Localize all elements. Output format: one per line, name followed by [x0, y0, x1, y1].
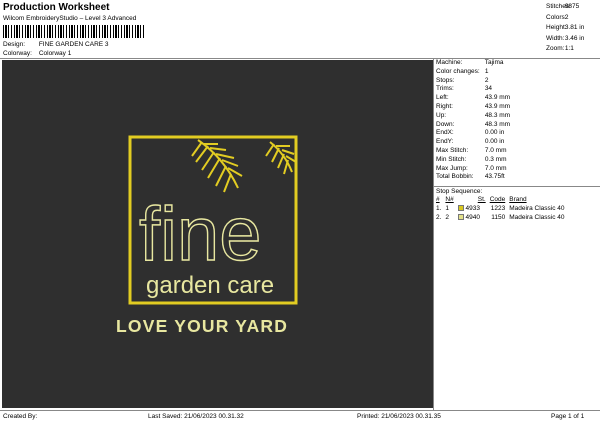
colorway-name: Colorway 1 [38, 50, 72, 57]
spec-row: EndX: 0.00 in [436, 129, 505, 137]
col-header-code: Code [489, 196, 506, 203]
page-number: Page 1 of 1 [551, 413, 585, 420]
spec-row: Left: 43.9 mm [436, 94, 511, 102]
spec-row: Up: 48.3 mm [436, 111, 511, 119]
machine-spec-list: Machine: Tajima Color changes: 1 Stops: … [436, 59, 510, 182]
spec-row: Max Jump: 7.0 mm [436, 164, 507, 172]
col-header-stitches: St. [477, 196, 486, 203]
spec-row: Stops: 2 [436, 76, 489, 84]
stat-zoom: Zoom: 1:1 [546, 45, 574, 52]
spec-row: Total Bobbin: 43.75ft [436, 173, 505, 181]
spec-row: Machine: Tajima [436, 59, 504, 66]
col-header-brand: Brand [509, 196, 527, 203]
thread-color-swatch [457, 214, 464, 221]
thread-color-swatch [457, 205, 464, 212]
stat-stitches: Stitches: 9875 [546, 3, 580, 10]
created-by: Created By: [3, 413, 38, 420]
design-label: Design: [3, 41, 26, 48]
design-name: FINE GARDEN CARE 3 [38, 41, 109, 48]
logo-tagline: LOVE YOUR YARD [116, 316, 288, 336]
spec-row: Color changes: 1 [436, 67, 489, 75]
software-subtitle: Wilcom EmbroideryStudio – Level 3 Advanc… [3, 15, 137, 22]
last-saved: Last Saved: 21/06/2023 00.31.32 [148, 413, 244, 420]
spec-row: Trims: 34 [436, 85, 493, 93]
spec-row: Down: 48.3 mm [436, 120, 511, 128]
spec-row: Right: 43.9 mm [436, 102, 511, 110]
page-title: Production Worksheet [3, 2, 110, 13]
colorway-row: Colorway: Colorway 1 [3, 50, 71, 57]
palm-leaf-icon [191, 139, 297, 193]
embroidery-logo: fine garden care LOVE YOUR YARD [116, 135, 298, 336]
printed-date: Printed: 21/06/2023 00.31.35 [357, 413, 441, 420]
stat-height: Height: 3.81 in [546, 24, 585, 31]
design-row: Design: FINE GARDEN CARE 3 [3, 41, 109, 48]
table-header-row: # N# St. Code Brand [434, 195, 567, 204]
table-row: 1. 1 4933 1223 Madeira Classic 40 [436, 205, 565, 212]
spec-divider [433, 186, 600, 187]
col-header-needle: N# [445, 196, 454, 203]
stat-width: Width: 3.46 in [546, 34, 585, 42]
stat-colors: Colors: 2 [546, 13, 569, 21]
spec-row: EndY: 0.00 in [436, 138, 505, 146]
column-divider [433, 58, 434, 410]
stop-sequence-title: Stop Sequence: [436, 188, 483, 195]
table-row: 2. 2 4940 1150 Madeira Classic 40 [436, 214, 565, 221]
spec-row: Max Stitch: 7.0 mm [436, 146, 507, 154]
barcode [3, 25, 145, 38]
spec-row: Min Stitch: 0.3 mm [436, 155, 507, 163]
design-preview: fine garden care LOVE YOUR YARD [2, 60, 433, 408]
stop-sequence-table: # N# St. Code Brand 1. 1 4933 1223 Madei… [434, 195, 567, 222]
logo-word-fine: fine [139, 192, 262, 277]
footer-divider [0, 410, 600, 411]
summary-stats: Stitches: 9875 Colors: 2 Height: 3.81 in… [546, 2, 584, 55]
logo-word-garden-care: garden care [146, 272, 274, 299]
colorway-label: Colorway: [3, 50, 32, 57]
col-header-number: # [436, 196, 440, 203]
